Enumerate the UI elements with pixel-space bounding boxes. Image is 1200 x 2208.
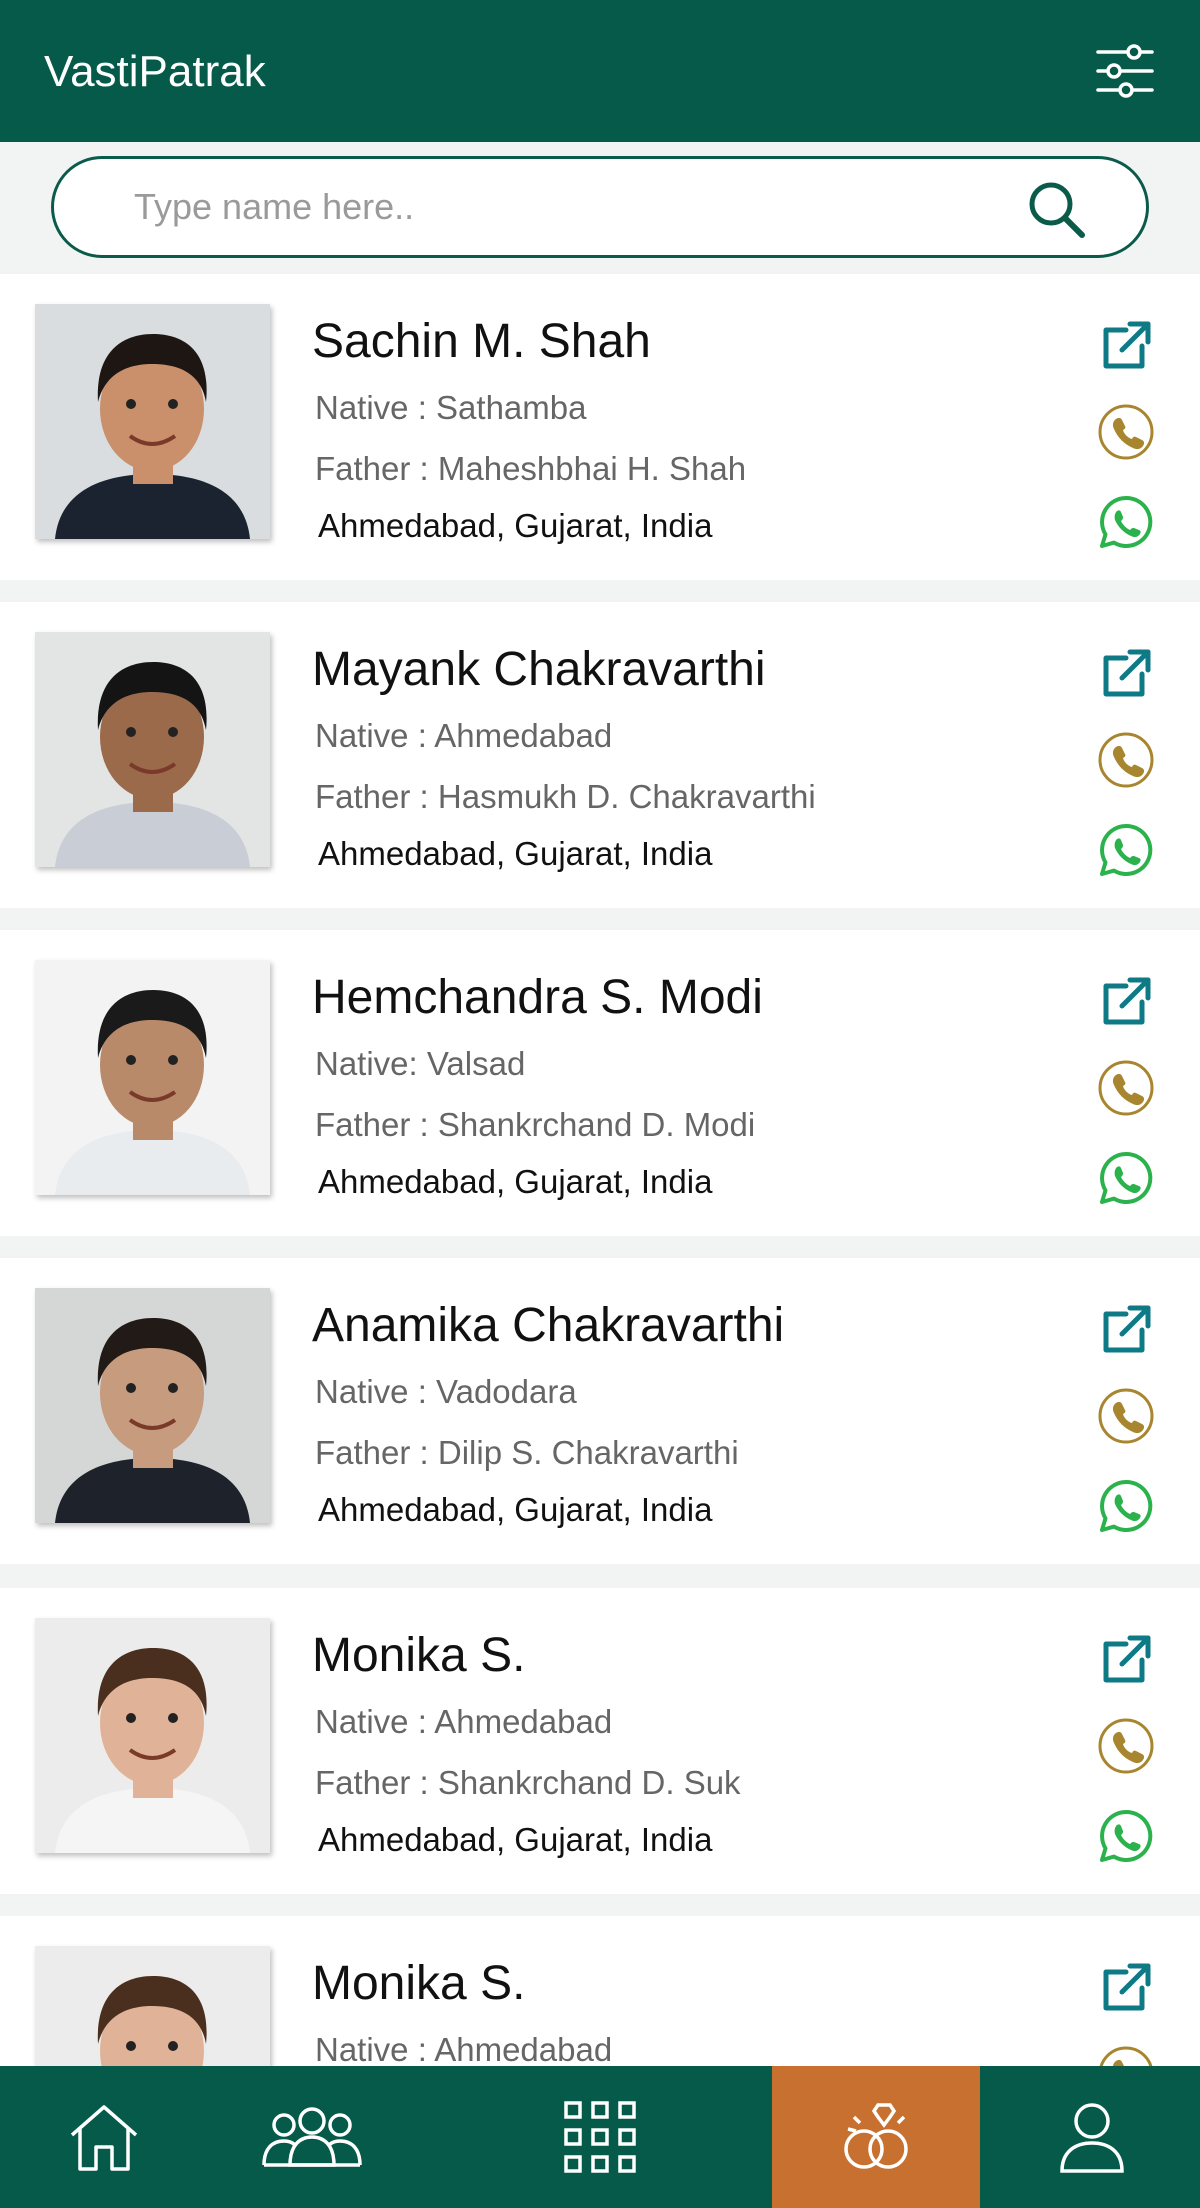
profile-native: Native : Ahmedabad bbox=[315, 1703, 613, 1740]
profile-card[interactable]: Hemchandra S. Modi Native: Valsad Father… bbox=[0, 930, 1200, 1236]
profile-photo[interactable] bbox=[35, 632, 270, 867]
profile-father: Father : Hasmukh D. Chakravarthi bbox=[315, 778, 816, 815]
search-bar-container bbox=[0, 142, 1200, 274]
profile-location: Ahmedabad, Gujarat, India bbox=[318, 507, 713, 544]
profile-location: Ahmedabad, Gujarat, India bbox=[318, 1821, 713, 1858]
external-link-icon[interactable] bbox=[1096, 972, 1156, 1032]
whatsapp-icon[interactable] bbox=[1096, 492, 1156, 552]
profile-photo[interactable] bbox=[35, 1946, 270, 2066]
external-link-icon[interactable] bbox=[1096, 1630, 1156, 1690]
group-icon bbox=[258, 2095, 366, 2179]
phone-icon[interactable] bbox=[1096, 1058, 1156, 1118]
profile-name: Mayank Chakravarthi bbox=[312, 643, 766, 696]
whatsapp-icon[interactable] bbox=[1096, 1806, 1156, 1866]
profile-name: Monika S. bbox=[312, 1957, 526, 2010]
search-icon[interactable] bbox=[1024, 177, 1088, 241]
profile-location: Ahmedabad, Gujarat, India bbox=[318, 1163, 713, 1200]
home-icon bbox=[62, 2095, 146, 2179]
profile-native: Native: Valsad bbox=[315, 1045, 526, 1082]
profile-card[interactable]: Sachin M. Shah Native : Sathamba Father … bbox=[0, 274, 1200, 580]
whatsapp-icon[interactable] bbox=[1096, 820, 1156, 880]
whatsapp-icon[interactable] bbox=[1096, 1148, 1156, 1208]
external-link-icon[interactable] bbox=[1096, 1958, 1156, 2018]
bottom-navigation bbox=[0, 2066, 1200, 2208]
phone-icon[interactable] bbox=[1096, 730, 1156, 790]
profile-name: Anamika Chakravarthi bbox=[312, 1299, 785, 1352]
profile-card[interactable]: Monika S. Native : Ahmedabad Father : Sh… bbox=[0, 1588, 1200, 1894]
profile-native: Native : Sathamba bbox=[315, 389, 587, 426]
user-icon bbox=[1050, 2095, 1134, 2179]
app-title: VastiPatrak bbox=[44, 47, 266, 96]
profile-location: Ahmedabad, Gujarat, India bbox=[318, 835, 713, 872]
grid-icon bbox=[558, 2095, 642, 2179]
profile-photo[interactable] bbox=[35, 960, 270, 1195]
profile-father: Father : Shankrchand D. Modi bbox=[315, 1106, 756, 1143]
profile-card[interactable]: Anamika Chakravarthi Native : Vadodara F… bbox=[0, 1258, 1200, 1564]
external-link-icon[interactable] bbox=[1096, 644, 1156, 704]
nav-item[interactable] bbox=[772, 2066, 980, 2208]
profile-photo[interactable] bbox=[35, 304, 270, 539]
profile-native: Native : Vadodara bbox=[315, 1373, 577, 1410]
whatsapp-icon[interactable] bbox=[1096, 1476, 1156, 1536]
external-link-icon[interactable] bbox=[1096, 316, 1156, 376]
profile-card[interactable]: Monika S. Native : Ahmedabad bbox=[0, 1916, 1200, 2066]
nav-item[interactable] bbox=[0, 2066, 208, 2208]
search-box[interactable] bbox=[51, 156, 1149, 258]
phone-icon[interactable] bbox=[1096, 1716, 1156, 1776]
profile-father: Father : Shankrchand D. Suk bbox=[315, 1764, 741, 1801]
search-input[interactable] bbox=[134, 177, 1014, 237]
profile-card[interactable]: Mayank Chakravarthi Native : Ahmedabad F… bbox=[0, 602, 1200, 908]
profile-name: Hemchandra S. Modi bbox=[312, 971, 763, 1024]
profile-father: Father : Maheshbhai H. Shah bbox=[315, 450, 747, 487]
profile-native: Native : Ahmedabad bbox=[315, 717, 613, 754]
phone-icon[interactable] bbox=[1096, 402, 1156, 462]
profile-photo[interactable] bbox=[35, 1288, 270, 1523]
external-link-icon[interactable] bbox=[1096, 1300, 1156, 1360]
nav-item[interactable] bbox=[208, 2066, 416, 2208]
profile-location: Ahmedabad, Gujarat, India bbox=[318, 1491, 713, 1528]
nav-item[interactable] bbox=[496, 2066, 704, 2208]
profile-name: Sachin M. Shah bbox=[312, 315, 651, 368]
nav-item[interactable] bbox=[988, 2066, 1196, 2208]
profile-father: Father : Dilip S. Chakravarthi bbox=[315, 1434, 739, 1471]
profile-list[interactable]: Sachin M. Shah Native : Sathamba Father … bbox=[0, 274, 1200, 2066]
profile-photo[interactable] bbox=[35, 1618, 270, 1853]
profile-native: Native : Ahmedabad bbox=[315, 2031, 613, 2066]
phone-icon[interactable] bbox=[1096, 1386, 1156, 1446]
app-bar: VastiPatrak bbox=[0, 0, 1200, 142]
phone-icon[interactable] bbox=[1096, 2044, 1156, 2066]
profile-name: Monika S. bbox=[312, 1629, 526, 1682]
rings-icon bbox=[834, 2095, 918, 2179]
sliders-icon[interactable] bbox=[1094, 40, 1156, 102]
